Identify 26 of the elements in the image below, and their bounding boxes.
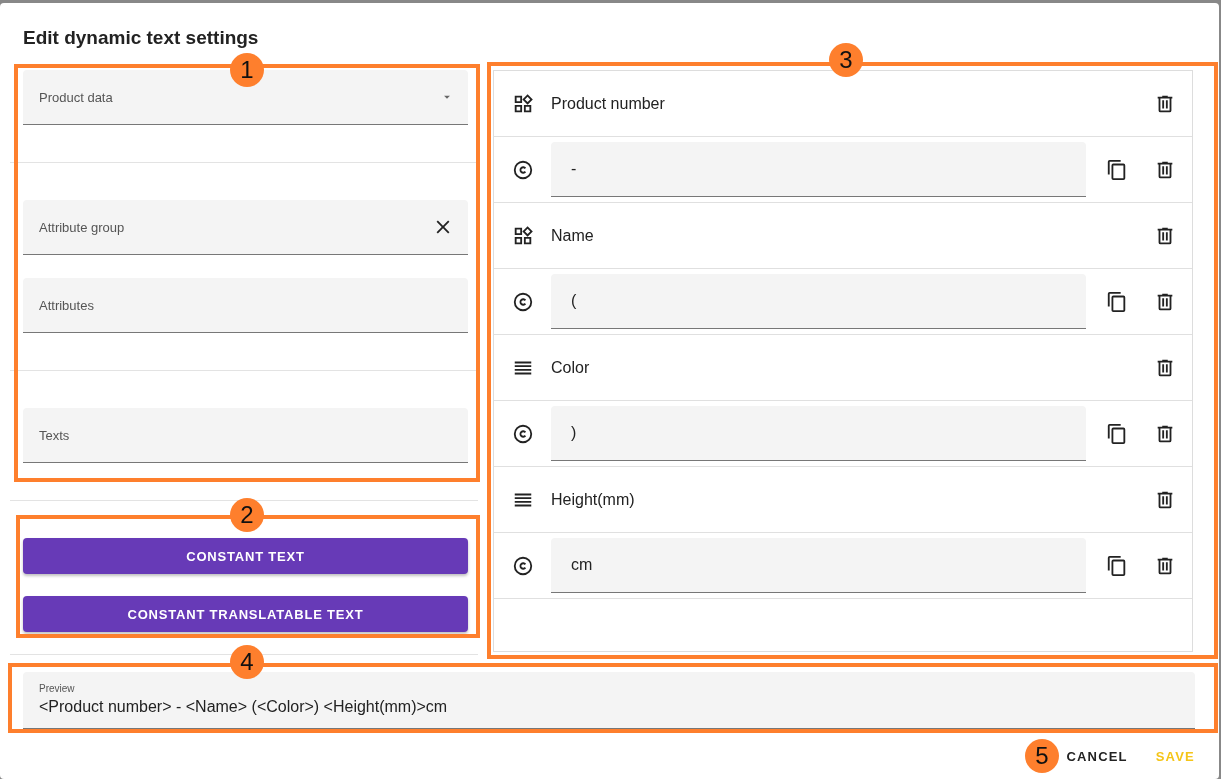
c-circle-icon bbox=[512, 290, 534, 313]
copy-icon[interactable] bbox=[1106, 158, 1128, 181]
preview-label: Preview bbox=[39, 683, 75, 694]
c-circle-icon bbox=[512, 422, 534, 445]
c-circle-icon bbox=[512, 554, 534, 577]
constant-text-field[interactable]: - bbox=[551, 142, 1086, 197]
constant-text-field[interactable]: ( bbox=[551, 274, 1086, 329]
input-field[interactable]: Texts bbox=[23, 408, 468, 463]
add-constant-button[interactable]: CONSTANT TRANSLATABLE TEXT bbox=[23, 596, 468, 632]
constant-text-field[interactable]: ) bbox=[551, 406, 1086, 461]
c-circle-icon bbox=[512, 158, 534, 181]
item-label: Height(mm) bbox=[551, 490, 635, 509]
constant-text-field[interactable]: cm bbox=[551, 538, 1086, 593]
copy-icon[interactable] bbox=[1106, 554, 1128, 577]
item-label: Color bbox=[551, 358, 590, 377]
shapes-icon bbox=[512, 92, 534, 115]
add-constant-button[interactable]: CONSTANT TEXT bbox=[23, 538, 468, 574]
item-label: Name bbox=[551, 226, 594, 245]
input-field[interactable]: Attribute group bbox=[23, 200, 468, 255]
cancel-button[interactable]: CANCEL bbox=[1058, 745, 1136, 768]
copy-icon[interactable] bbox=[1106, 422, 1128, 445]
preview-text: <Product number> - <Name> (<Color>) <Height(mm)>cm bbox=[39, 698, 448, 716]
item-label: Product number bbox=[551, 94, 665, 113]
copy-icon[interactable] bbox=[1106, 290, 1128, 313]
input-field[interactable]: Attributes bbox=[23, 278, 468, 333]
shapes-icon bbox=[512, 224, 534, 247]
